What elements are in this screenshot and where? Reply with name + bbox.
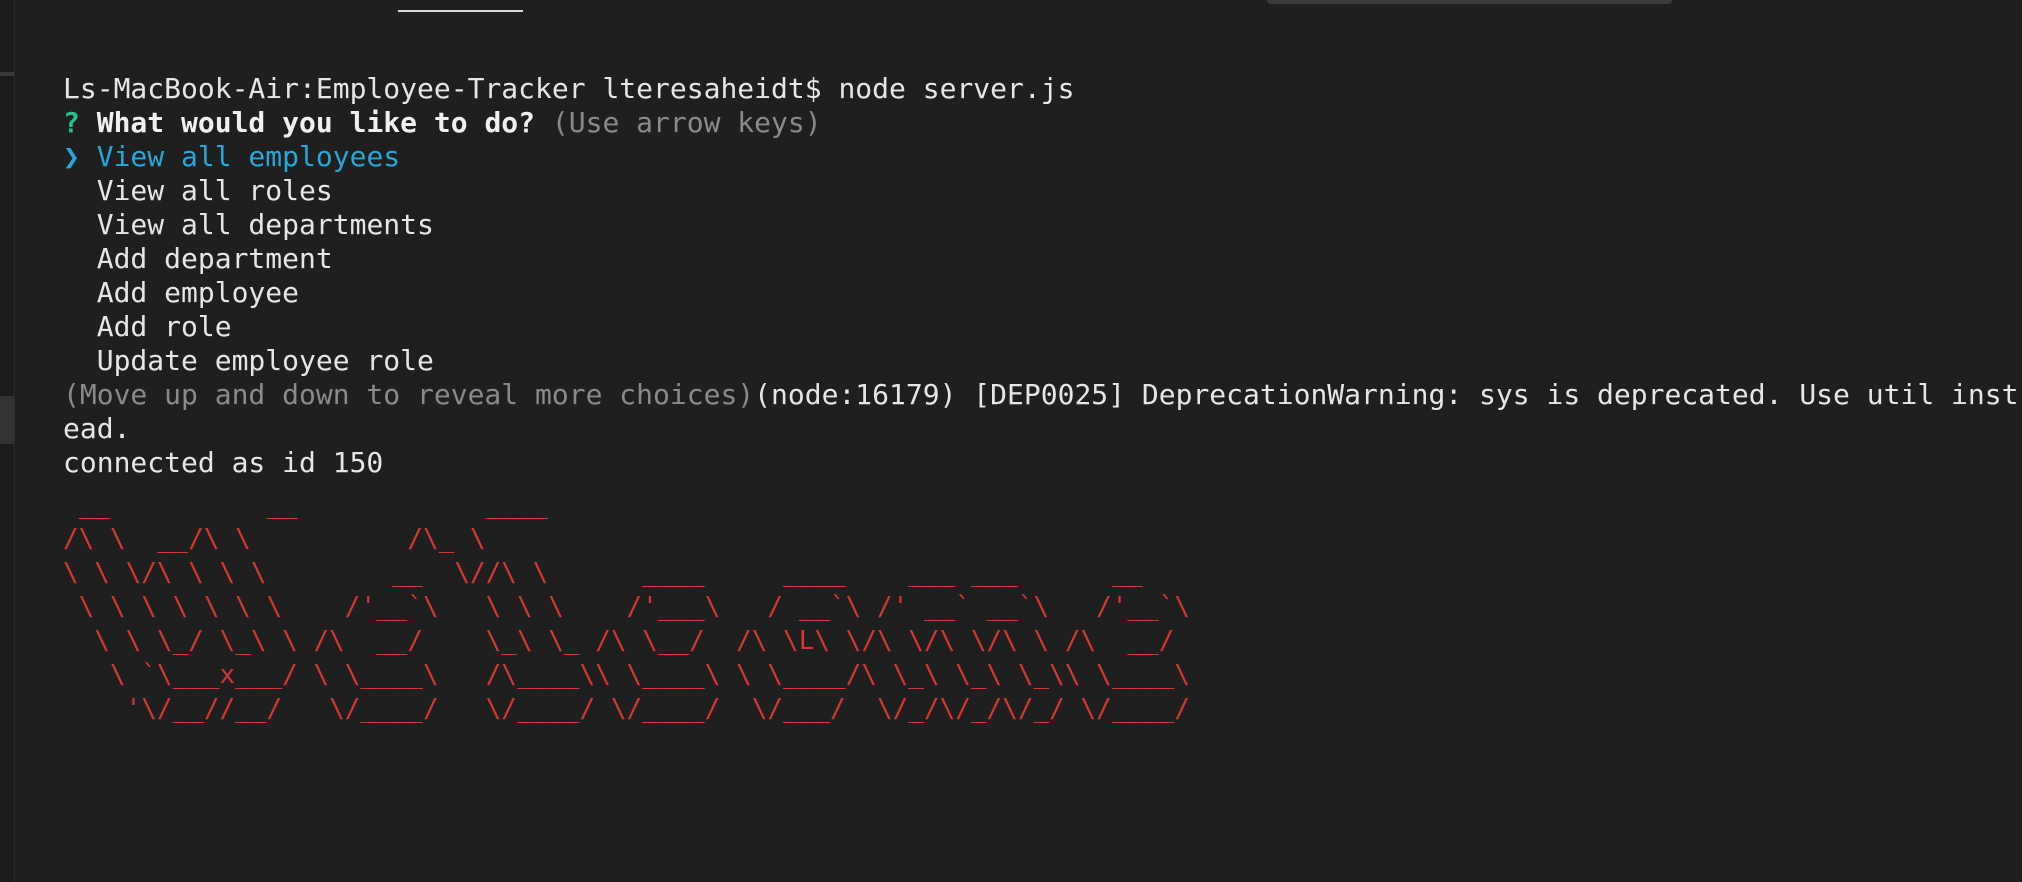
prompt-question: What would you like to do? <box>96 106 536 139</box>
choice-label: View all employees <box>96 140 401 173</box>
choice-label: View all roles <box>96 174 333 207</box>
choice-label: Update employee role <box>96 344 434 377</box>
gutter-highlight <box>0 396 14 444</box>
prompt-marker: ? <box>63 106 80 139</box>
choice-label: Add employee <box>96 276 300 309</box>
horizontal-scrollbar-thumb[interactable] <box>1267 0 1672 4</box>
choice-label: Add department <box>96 242 333 275</box>
prompt-line: ? What would you like to do? (Use arrow … <box>63 106 2022 140</box>
choice-item[interactable]: Add department <box>63 242 2022 276</box>
command-line: Ls-MacBook-Air:Employee-Tracker lteresah… <box>63 72 1075 105</box>
choice-item-selected[interactable]: ❯ View all employees <box>63 140 2022 174</box>
more-choices-hint: (Move up and down to reveal more choices… <box>63 378 755 411</box>
editor-gutter <box>0 0 15 882</box>
terminal-output[interactable]: Ls-MacBook-Air:Employee-Tracker lteresah… <box>63 72 2022 878</box>
active-tab-indicator[interactable] <box>398 10 523 12</box>
gutter-marker <box>0 72 14 76</box>
pointer-icon: ❯ <box>63 140 80 173</box>
choice-label: Add role <box>96 310 232 343</box>
choice-item[interactable]: Add employee <box>63 276 2022 310</box>
choice-item[interactable]: Add role <box>63 310 2022 344</box>
choice-item[interactable]: View all departments <box>63 208 2022 242</box>
connection-status: connected as id 150 <box>63 446 384 479</box>
choice-label: View all departments <box>96 208 434 241</box>
welcome-ascii-art: __ __ ____ /\ \ __/\ \ /\_ \ \ \ \/\ \ \… <box>63 490 1191 724</box>
warning-line-wrap: ead. <box>63 412 131 445</box>
prompt-hint: (Use arrow keys) <box>551 106 822 139</box>
choice-item[interactable]: View all roles <box>63 174 2022 208</box>
deprecation-warning: (node:16179) [DEP0025] DeprecationWarnin… <box>754 378 2019 411</box>
choice-item[interactable]: Update employee role <box>63 344 2022 378</box>
warning-line: (Move up and down to reveal more choices… <box>63 378 2022 412</box>
